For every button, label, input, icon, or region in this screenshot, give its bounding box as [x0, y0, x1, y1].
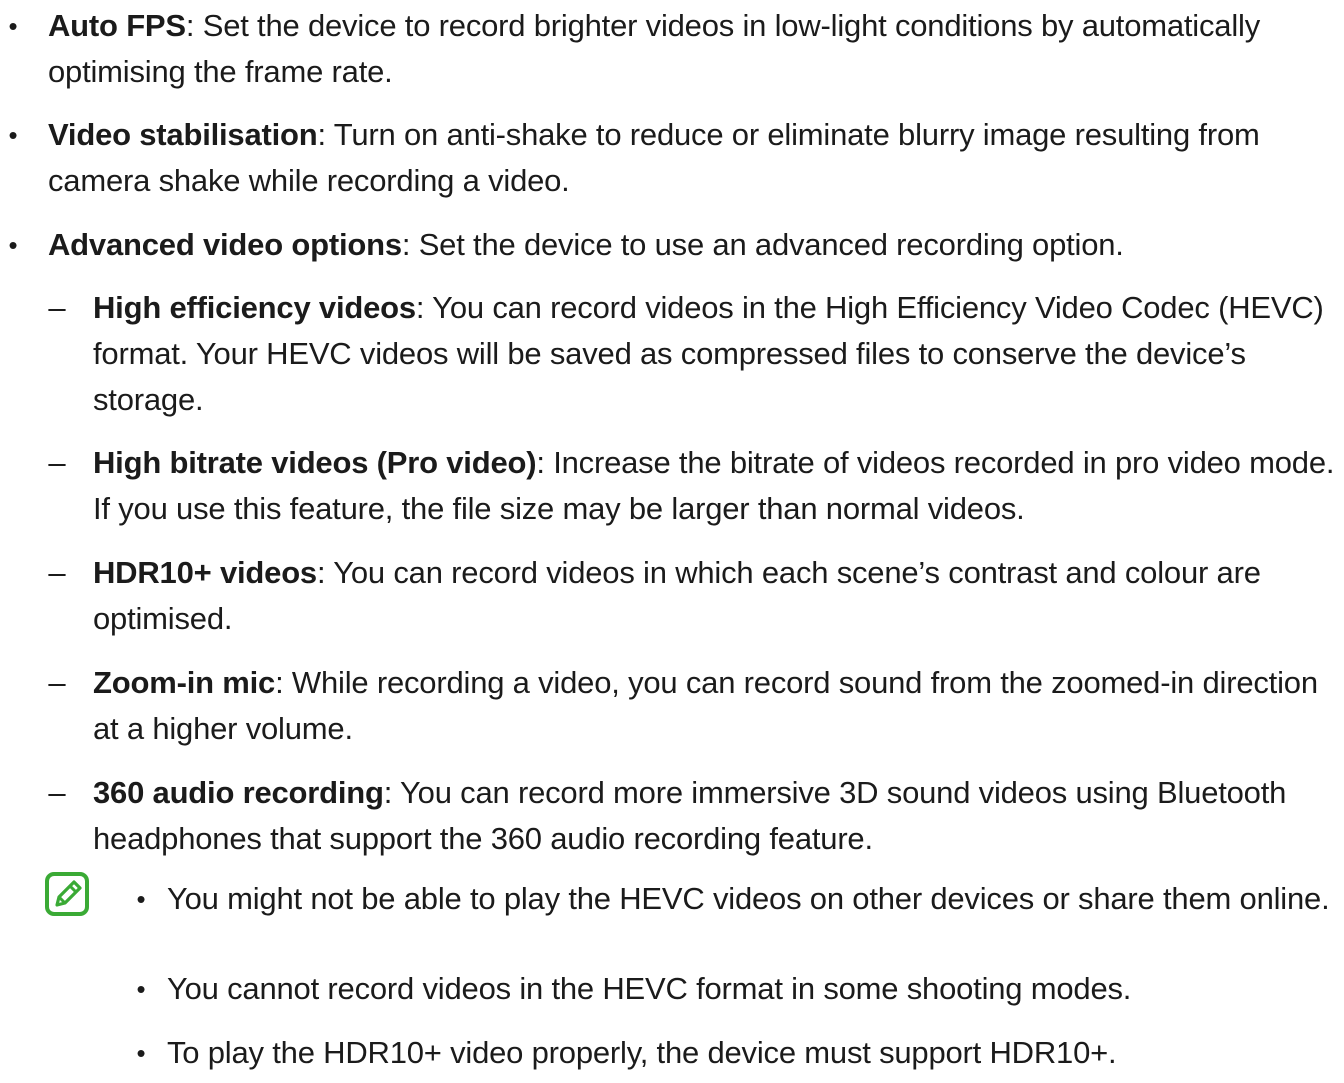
sub-item-high-efficiency-videos: High efficiency videos: You can record v…: [93, 285, 1338, 423]
sub-item-high-bitrate-videos: High bitrate videos (Pro video): Increas…: [93, 440, 1338, 532]
item-term: High bitrate videos (Pro video): [93, 445, 537, 480]
dash-marker: –: [48, 555, 66, 590]
item-term: Video stabilisation: [48, 117, 318, 152]
item-text: : Set the device to record brighter vide…: [48, 8, 1261, 89]
item-term: High efficiency videos: [93, 290, 416, 325]
note-item: To play the HDR10+ video properly, the d…: [167, 1035, 1117, 1070]
item-text: : Set the device to use an advanced reco…: [401, 227, 1124, 262]
item-term: Zoom-in mic: [93, 665, 276, 700]
item-term: 360 audio recording: [93, 775, 384, 810]
sub-item-zoom-in-mic: Zoom-in mic: While recording a video, yo…: [93, 660, 1338, 752]
item-text: : While recording a video, you can recor…: [93, 665, 1318, 746]
dash-marker: –: [48, 775, 66, 810]
note-item: You cannot record videos in the HEVC for…: [167, 971, 1132, 1006]
note-item: You might not be able to play the HEVC v…: [167, 881, 1330, 916]
list-item-advanced-video-options: Advanced video options: Set the device t…: [48, 222, 1338, 268]
dash-marker: –: [48, 290, 66, 325]
sub-item-360-audio-recording: 360 audio recording: You can record more…: [93, 770, 1338, 862]
item-term: HDR10+ videos: [93, 555, 317, 590]
sub-item-hdr10-videos: HDR10+ videos: You can record videos in …: [93, 550, 1338, 642]
manual-page: • Auto FPS: Set the device to record bri…: [0, 0, 1344, 1083]
list-item-video-stabilisation: Video stabilisation: Turn on anti-shake …: [48, 112, 1338, 204]
note-bullet-marker: •: [136, 974, 146, 1004]
item-term: Advanced video options: [48, 227, 402, 262]
bullet-marker: •: [8, 230, 18, 260]
item-term: Auto FPS: [48, 8, 186, 43]
bullet-marker: •: [8, 120, 18, 150]
dash-marker: –: [48, 445, 66, 480]
note-pencil-icon: [45, 872, 89, 916]
note-bullet-marker: •: [136, 1038, 146, 1068]
list-item-auto-fps: Auto FPS: Set the device to record brigh…: [48, 3, 1338, 95]
note-bullet-marker: •: [136, 884, 146, 914]
dash-marker: –: [48, 665, 66, 700]
bullet-marker: •: [8, 11, 18, 41]
